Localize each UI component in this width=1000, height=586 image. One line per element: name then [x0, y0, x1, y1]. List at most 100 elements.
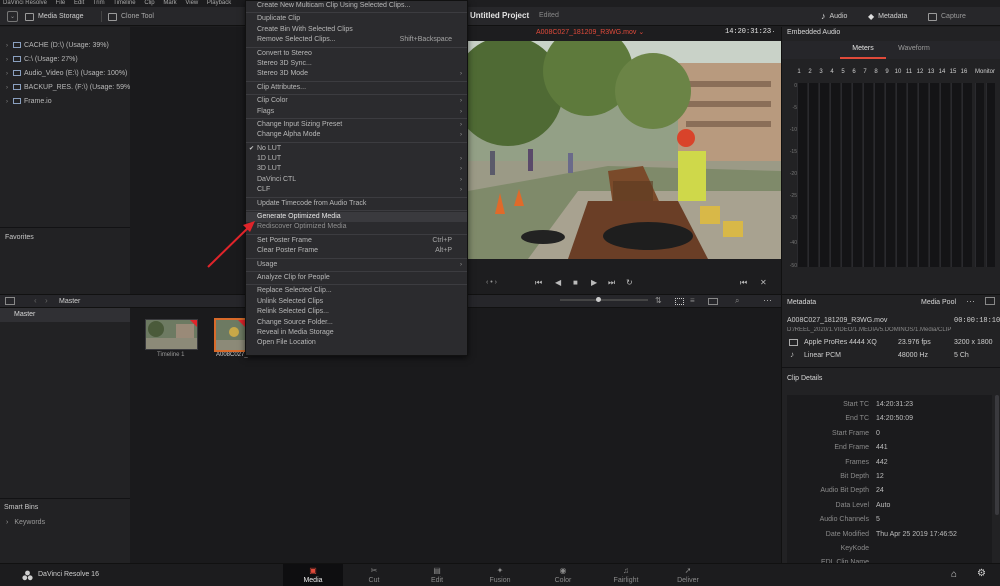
bin-list-toggle-icon[interactable]: [5, 297, 15, 305]
home-icon[interactable]: ⌂: [951, 569, 957, 580]
menu-item[interactable]: Unlink Selected Clips: [246, 297, 467, 307]
page-tab-media[interactable]: ▣Media: [283, 564, 343, 586]
drive-frameio[interactable]: ›Frame.io: [0, 95, 130, 109]
more-options-icon[interactable]: ⋯: [763, 295, 772, 306]
menu-item[interactable]: Replace Selected Clip...: [246, 286, 467, 296]
page-tab-fusion[interactable]: ✦Fusion: [470, 564, 530, 586]
clip-detail-value[interactable]: 441: [869, 441, 888, 455]
sort-icon[interactable]: ⇅: [655, 296, 662, 305]
menu-item[interactable]: Change Input Sizing Preset›: [246, 120, 467, 130]
media-pool-tab[interactable]: Media Pool: [921, 299, 956, 306]
menu-item[interactable]: Relink Selected Clips...: [246, 307, 467, 317]
panel-toggle-button[interactable]: ⌄: [7, 11, 18, 22]
jog-control[interactable]: ‹ • ›: [486, 279, 497, 286]
menu-file[interactable]: File: [56, 0, 66, 6]
clip-detail-value[interactable]: Auto: [869, 499, 890, 513]
clip-detail-value[interactable]: Thu Apr 25 2019 17:46:52: [869, 528, 957, 542]
menu-item[interactable]: CLF›: [246, 185, 467, 195]
menu-item[interactable]: Flags›: [246, 107, 467, 117]
capture-button[interactable]: Capture: [928, 7, 966, 26]
metadata-button[interactable]: ◆ Metadata: [868, 7, 907, 26]
nav-back-icon[interactable]: ‹: [34, 296, 37, 305]
menu-item[interactable]: Set Poster FrameCtrl+P: [246, 236, 467, 246]
more-options-icon[interactable]: ⋯: [766, 26, 775, 37]
menu-item[interactable]: Reveal in Media Storage: [246, 328, 467, 338]
jump-start-button[interactable]: ⏮: [535, 278, 542, 288]
menu-item[interactable]: Create Bin With Selected Clips: [246, 25, 467, 35]
page-tab-color[interactable]: ◉Color: [533, 564, 593, 586]
search-icon[interactable]: ⌕: [735, 296, 739, 306]
loop-button[interactable]: ↻: [626, 278, 633, 287]
prev-frame-button[interactable]: ⏮: [740, 278, 747, 288]
menu-item[interactable]: Create New Multicam Clip Using Selected …: [246, 1, 467, 11]
menu-item[interactable]: Change Source Folder...: [246, 318, 467, 328]
stop-button[interactable]: ■: [573, 278, 578, 287]
bin-master[interactable]: Master: [0, 308, 130, 322]
drive-cache[interactable]: ›CACHE (D:\) (Usage: 39%): [0, 39, 130, 53]
clip-detail-value[interactable]: 12: [869, 470, 884, 484]
drive-c[interactable]: ›C:\ (Usage: 27%): [0, 53, 130, 67]
list-view-icon[interactable]: ≡: [690, 296, 695, 305]
close-clip-button[interactable]: ✕: [760, 278, 767, 287]
drive-backup[interactable]: ›BACKUP_RES. (F:\) (Usage: 59%): [0, 81, 130, 95]
clip-detail-value[interactable]: 24: [869, 484, 884, 498]
play-button[interactable]: ▶: [591, 278, 597, 287]
scrollbar[interactable]: [995, 395, 999, 515]
menu-davinci[interactable]: DaVinci Resolve: [3, 0, 47, 6]
viewer-clip-name[interactable]: A008C027_181209_R3WG.mov ⌄: [536, 28, 644, 36]
menu-item[interactable]: 1D LUT›: [246, 154, 467, 164]
menu-clip[interactable]: Clip: [144, 0, 154, 6]
page-tab-fairlight[interactable]: ♫Fairlight: [596, 564, 656, 586]
menu-item[interactable]: ✔No LUT: [246, 144, 467, 154]
menu-item[interactable]: Stereo 3D Mode›: [246, 69, 467, 79]
gear-icon[interactable]: ⚙: [977, 568, 986, 579]
menu-playback[interactable]: Playback: [207, 0, 231, 6]
viewer-video-frame[interactable]: [468, 41, 781, 259]
page-tab-deliver[interactable]: ➚Deliver: [658, 564, 718, 586]
zoom-slider-track[interactable]: [560, 299, 648, 301]
page-tab-cut[interactable]: ✂Cut: [344, 564, 404, 586]
menu-item[interactable]: Change Alpha Mode›: [246, 130, 467, 140]
menu-item[interactable]: 3D LUT›: [246, 164, 467, 174]
clip-detail-value[interactable]: 442: [869, 456, 888, 470]
clone-tool-button[interactable]: Clone Tool: [108, 7, 154, 26]
keywords-item[interactable]: ›Keywords: [6, 519, 45, 526]
page-tab-edit[interactable]: ▤Edit: [407, 564, 467, 586]
menu-timeline[interactable]: Timeline: [113, 0, 135, 6]
clip-detail-value[interactable]: 0: [869, 427, 880, 441]
menu-item[interactable]: DaVinci CTL›: [246, 175, 467, 185]
clip-detail-value[interactable]: 14:20:50:09: [869, 412, 913, 426]
more-options-icon[interactable]: ⋯: [966, 296, 975, 307]
dock-icon[interactable]: [985, 297, 995, 305]
menu-item[interactable]: Duplicate Clip: [246, 14, 467, 24]
menu-item[interactable]: Generate Optimized Media: [246, 212, 467, 222]
clip-detail-value[interactable]: 14:20:31:23: [869, 398, 913, 412]
menu-item[interactable]: Open File Location: [246, 338, 467, 348]
zoom-slider-handle[interactable]: [596, 297, 601, 302]
menu-item[interactable]: Usage›: [246, 260, 467, 270]
menu-item[interactable]: Stereo 3D Sync...: [246, 59, 467, 69]
media-storage-button[interactable]: Media Storage: [25, 7, 84, 26]
play-reverse-button[interactable]: ◀: [555, 278, 561, 287]
drive-audio-video[interactable]: ›Audio_Video (E:\) (Usage: 100%): [0, 67, 130, 81]
menu-mark[interactable]: Mark: [163, 0, 176, 6]
metadata-view-icon[interactable]: [708, 298, 718, 305]
tab-waveform[interactable]: Waveform: [886, 41, 942, 59]
jump-end-button[interactable]: ⏭: [608, 278, 615, 288]
clip-thumbnail-timeline[interactable]: [145, 319, 198, 350]
menu-item[interactable]: Rediscover Optimized Media: [246, 222, 467, 232]
menu-item[interactable]: Convert to Stereo: [246, 49, 467, 59]
menu-item[interactable]: Clip Attributes...: [246, 83, 467, 93]
menu-item[interactable]: Clip Color›: [246, 96, 467, 106]
tab-meters[interactable]: Meters: [840, 41, 886, 59]
menu-item[interactable]: Analyze Clip for People: [246, 273, 467, 283]
thumbnail-view-icon[interactable]: [675, 298, 684, 305]
clip-detail-value[interactable]: 5: [869, 513, 880, 527]
menu-edit[interactable]: Edit: [74, 0, 84, 6]
menu-view[interactable]: View: [185, 0, 198, 6]
nav-forward-icon[interactable]: ›: [45, 296, 48, 305]
clip-thumbnail-selected[interactable]: [214, 318, 247, 352]
menu-item[interactable]: Clear Poster FrameAlt+P: [246, 246, 467, 256]
menu-trim[interactable]: Trim: [93, 0, 105, 6]
audio-button[interactable]: ♪ Audio: [821, 7, 847, 26]
